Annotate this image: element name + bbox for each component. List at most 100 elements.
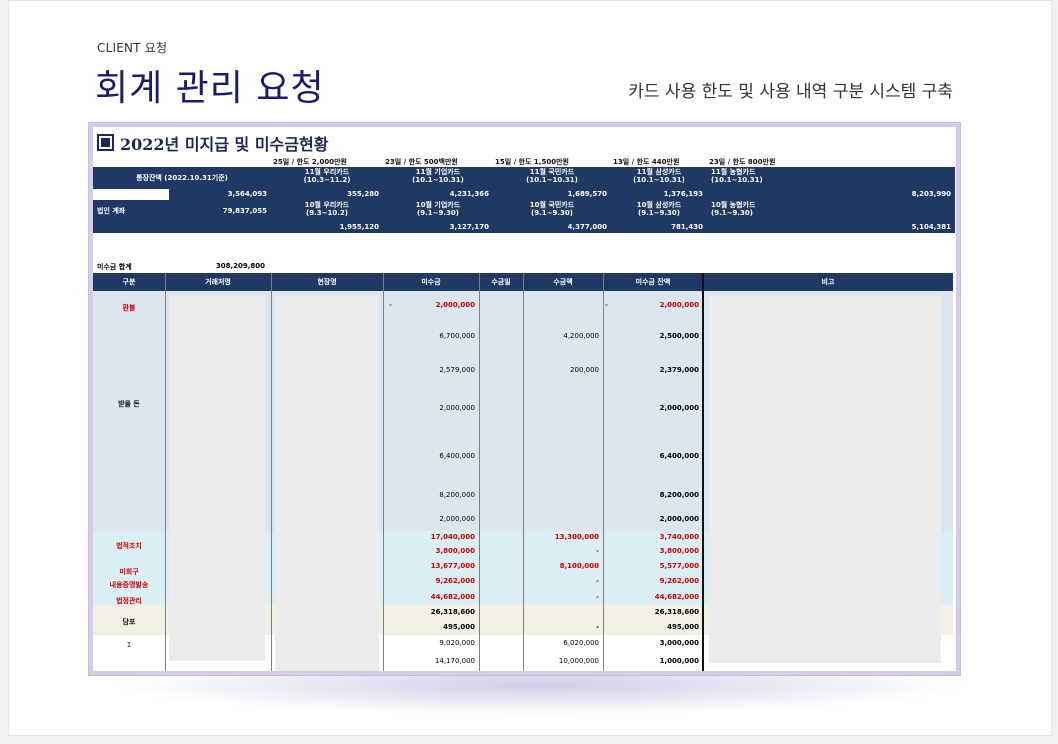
corp-account-label: 법인 계좌 (93, 200, 169, 222)
table-header-cell: 거래처명 (165, 273, 271, 291)
column-divider (271, 273, 272, 671)
collected-amount: 200,000 (570, 366, 599, 374)
collected-amount: 4,200,000 (563, 332, 599, 340)
column-divider (165, 273, 166, 671)
collected-amount: - (596, 593, 599, 601)
balance-amount: 2,500,000 (659, 332, 699, 340)
card-value-oct: 5,104,381 (707, 222, 955, 233)
card-value-oct: 3,127,170 (383, 222, 493, 233)
category-label: 법정관리 (116, 597, 142, 605)
category-label: 법적조치 (116, 542, 142, 550)
card-value-oct: 1,955,120 (271, 222, 383, 233)
receivable-amount: 2,000,000 (435, 301, 475, 309)
receivable-amount: 2,579,000 (439, 366, 475, 374)
card-value-nov: 4,231,366 (383, 189, 493, 200)
card-name-oct: 10월 삼성카드 (9.1~9.30) (611, 200, 707, 222)
balance-value: 3,564,093 (169, 189, 271, 200)
card-value-nov: 355,280 (271, 189, 383, 200)
balance-amount: 1,000,000 (659, 657, 699, 665)
card-name-oct: 10월 농협카드 (9.1~9.30) (707, 200, 955, 222)
spreadsheet: 2022년 미지급 및 미수금현황 25일 / 한도 2,000만원 23일 / … (93, 127, 956, 671)
balance-amount: 3,740,000 (659, 533, 699, 541)
receivable-amount: 13,677,000 (430, 562, 475, 570)
receivable-amount: 9,020,000 (439, 639, 475, 647)
corp-account-value: 79,837,055 (169, 200, 271, 222)
redacted-remarks (709, 295, 941, 663)
category-label: 받을 돈 (118, 400, 140, 408)
column-divider (523, 273, 524, 671)
receivable-amount: 6,700,000 (439, 332, 475, 340)
category-label: 내용증명발송 (109, 581, 149, 589)
thick-divider (702, 273, 704, 671)
card-name-nov: 11월 국민카드 (10.1~10.31) (493, 167, 611, 189)
card-name-oct: 10월 국민카드 (9.1~9.30) (493, 200, 611, 222)
receivable-amount: 6,400,000 (439, 452, 475, 460)
card-name-nov: 11월 기업카드 (10.1~10.31) (383, 167, 493, 189)
balance-blank (97, 190, 159, 199)
table-header-cell: 비고 (703, 273, 953, 291)
square-icon (97, 134, 114, 151)
collected-amount: 10,000,000 (558, 657, 599, 665)
receivable-amount: 2,000,000 (439, 404, 475, 412)
collected-amount: - (596, 623, 599, 631)
balance-amount: 2,000,000 (659, 515, 699, 523)
card-name-oct: 10월 기업카드 (9.1~9.30) (383, 200, 493, 222)
card-value-oct: 4,377,000 (493, 222, 611, 233)
card-name-nov: 11월 우리카드 (10.3~11.2) (271, 167, 383, 189)
card-value-nov: 1,689,570 (493, 189, 611, 200)
balance-amount: 3,000,000 (659, 639, 699, 647)
page-subtitle: 카드 사용 한도 및 사용 내역 구분 시스템 구축 (628, 82, 953, 102)
card-limit-header: 23일 / 한도 800만원 (709, 158, 776, 166)
eyebrow: CLIENT 요청 (97, 41, 168, 55)
balance-amount: 495,000 (667, 623, 699, 631)
table-header-cell: 미수금 잔액 (603, 273, 703, 291)
balance-amount: 44,682,000 (654, 593, 699, 601)
balance-amount: 5,577,000 (659, 562, 699, 570)
receivable-total-label: 미수금 합계 (97, 263, 132, 271)
table-header-cell: 현장명 (271, 273, 383, 291)
oct-blank (93, 222, 271, 233)
redacted-site-names (275, 295, 379, 671)
card-name-nov: 11월 농협카드 (10.1~10.31) (707, 167, 955, 189)
table-header-cell: 수금액 (523, 273, 603, 291)
collected-amount: - (596, 547, 599, 555)
balance-amount: 2,000,000 (659, 404, 699, 412)
sheet-title-text: 2022년 미지급 및 미수금현황 (120, 135, 329, 154)
sheet-title: 2022년 미지급 및 미수금현황 (97, 131, 328, 157)
table-header-cell: 구분 (93, 273, 165, 291)
collected-amount: 8,100,000 (559, 562, 599, 570)
card-value-oct: 781,430 (611, 222, 707, 233)
collected-amount: 13,300,000 (554, 533, 599, 541)
card-value-nov: 1,376,193 (611, 189, 707, 200)
balance-amount: 26,318,600 (654, 608, 699, 616)
balance-amount: 6,400,000 (659, 452, 699, 460)
balance-amount: 9,262,000 (659, 577, 699, 585)
receivable-amount: 44,682,000 (430, 593, 475, 601)
card-limit-header: 23일 / 한도 500백만원 (385, 158, 458, 166)
receivable-total-value: 308,209,800 (215, 262, 265, 270)
receivable-amount: 26,318,600 (430, 608, 475, 616)
card-limit-header: 25일 / 한도 2,000만원 (273, 158, 347, 166)
category-label: 1 (126, 641, 132, 649)
card-value-nov: 8,203,990 (707, 189, 955, 200)
receivable-amount: 14,170,000 (434, 657, 475, 665)
card-limit-header: 15일 / 한도 1,500만원 (495, 158, 569, 166)
balance-amount: 2,000,000 (659, 301, 699, 309)
column-divider (603, 273, 604, 671)
receivable-amount: 3,800,000 (435, 547, 475, 555)
receivable-amount: 2,000,000 (439, 515, 475, 523)
balance-amount: 8,200,000 (659, 491, 699, 499)
card-name-nov: 11월 삼성카드 (10.1~10.31) (611, 167, 707, 189)
balance-amount: 3,800,000 (659, 547, 699, 555)
table-header-cell: 미수금 (383, 273, 479, 291)
category-label: 환불 (122, 304, 136, 312)
column-divider (479, 273, 480, 671)
category-label: 미회구 (119, 568, 139, 576)
card-limit-header: 13일 / 한도 440만원 (613, 158, 680, 166)
collected-amount: - (596, 577, 599, 585)
receivable-amount: 8,200,000 (439, 491, 475, 499)
card-name-oct: 10월 우리카드 (9.3~10.2) (271, 200, 383, 222)
page-title: 회계 관리 요청 (95, 68, 325, 109)
balance-label: 통장잔액 (2022.10.31기준) (93, 167, 271, 189)
category-label: 담포 (122, 618, 136, 626)
